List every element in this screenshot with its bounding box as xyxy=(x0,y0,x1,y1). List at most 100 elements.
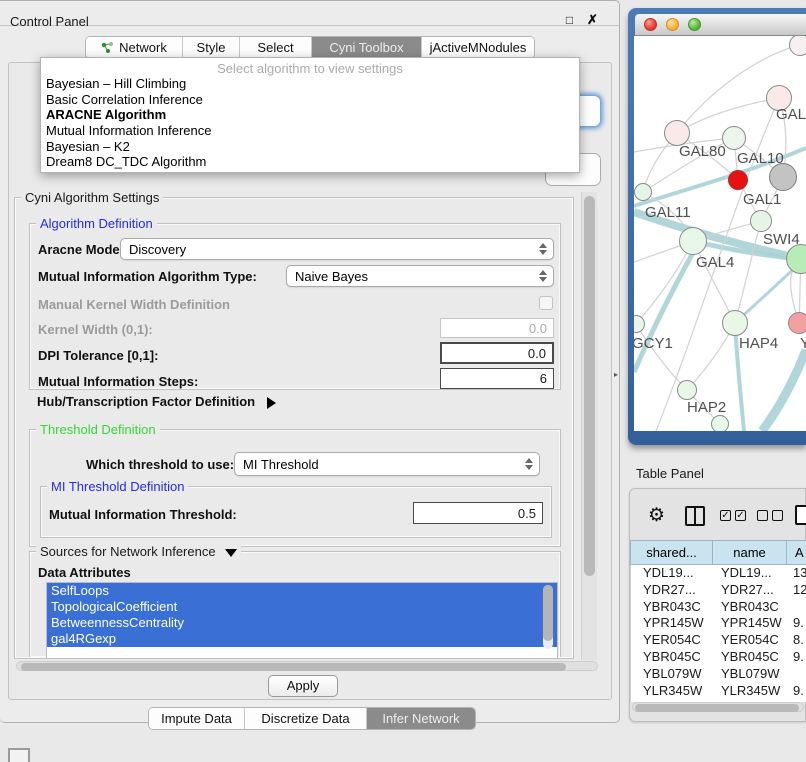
network-node-hap4[interactable] xyxy=(722,310,748,336)
window-minimize-icon[interactable] xyxy=(666,18,679,31)
table-cell[interactable]: YDL19... xyxy=(631,565,713,582)
column-header-partial[interactable]: A xyxy=(786,540,806,565)
which-threshold-combo[interactable]: MI Threshold xyxy=(234,452,540,476)
table-row[interactable]: YDR27...YDR27...12 xyxy=(631,582,806,599)
algorithm-option[interactable]: Mutual Information Inference xyxy=(41,123,579,139)
mi-algorithm-type-combo[interactable]: Naive Bayes xyxy=(286,265,554,287)
minimized-panel-icon[interactable] xyxy=(8,748,30,762)
algorithm-option[interactable]: Bayesian – Hill Climbing xyxy=(41,76,579,92)
data-attribute-item[interactable]: gal4RGexp xyxy=(47,631,557,647)
settings-hscroll-thumb[interactable] xyxy=(21,663,566,671)
table-cell[interactable]: 8. xyxy=(787,632,806,649)
page-icon[interactable] xyxy=(795,505,806,525)
kernel-width-field[interactable]: 0.0 xyxy=(440,318,554,338)
table-row[interactable]: YER054CYER054C8. xyxy=(631,632,806,649)
table-row[interactable]: YBL079WYBL079W xyxy=(631,666,806,683)
table-cell[interactable]: YDR27... xyxy=(713,582,787,599)
settings-horizontal-scrollbar[interactable] xyxy=(16,661,598,671)
unselect-all-checks-icon[interactable] xyxy=(757,510,783,521)
table-cell[interactable]: 12 xyxy=(787,582,806,599)
table-row[interactable]: YLR345WYLR345W9. xyxy=(631,683,806,700)
network-canvas[interactable]: GALGAL80GAL10GAL1GAL11GAL4SWI4GCY1HAP4YH… xyxy=(634,36,806,431)
table-cell[interactable]: YBL079W xyxy=(631,666,713,683)
table-cell[interactable]: YBR045C xyxy=(631,649,713,666)
table-cell[interactable]: 9. xyxy=(787,615,806,632)
network-node[interactable] xyxy=(789,36,806,56)
data-attribute-item[interactable]: SelfLoops xyxy=(47,583,557,599)
network-node[interactable] xyxy=(769,163,797,191)
tab-network[interactable]: Network xyxy=(86,37,183,58)
table-row[interactable]: YBR043CYBR043C xyxy=(631,599,806,616)
combo-stepper-icon xyxy=(519,458,539,470)
data-attributes-list[interactable]: SelfLoopsTopologicalCoefficientBetweenne… xyxy=(46,582,558,658)
table-cell[interactable]: YBL079W xyxy=(713,666,787,683)
apply-button[interactable]: Apply xyxy=(268,675,338,697)
expand-down-icon xyxy=(225,549,237,557)
table-cell[interactable]: YDL19... xyxy=(713,565,787,582)
gear-icon[interactable]: ⚙ xyxy=(648,506,665,526)
column-header-name[interactable]: name xyxy=(712,540,786,565)
network-node[interactable] xyxy=(728,170,748,190)
algorithm-option[interactable]: Bayesian – K2 xyxy=(41,139,579,155)
close-panel-icon[interactable]: ✗ xyxy=(585,13,600,28)
tab-style[interactable]: Style xyxy=(183,37,240,58)
table-cell[interactable]: YBR043C xyxy=(713,599,787,616)
aracne-mode-combo[interactable]: Discovery xyxy=(120,238,554,260)
table-cell[interactable]: YLR345W xyxy=(631,683,713,700)
tab-jactivemnodules[interactable]: jActiveMNodules xyxy=(422,37,534,58)
network-node-gal10[interactable] xyxy=(722,126,746,150)
algorithm-option[interactable]: ARACNE Algorithm xyxy=(41,107,579,123)
manual-kernel-width-checkbox[interactable] xyxy=(539,296,553,310)
table-cell[interactable] xyxy=(787,666,806,683)
panel-divider-handle[interactable]: ▸ xyxy=(614,371,620,379)
mi-threshold-field[interactable]: 0.5 xyxy=(413,502,543,524)
network-node-hap2[interactable] xyxy=(677,380,697,400)
table-cell[interactable]: YBR045C xyxy=(713,649,787,666)
columns-icon[interactable] xyxy=(685,506,705,526)
tab-cyni-toolbox[interactable]: Cyni Toolbox xyxy=(312,37,422,58)
table-row[interactable]: YBR045CYBR045C9. xyxy=(631,649,806,666)
hub-definition-toggle[interactable]: Hub/Transcription Factor Definition xyxy=(37,394,276,409)
table-hscroll-thumb[interactable] xyxy=(635,704,799,712)
tab-discretize-data[interactable]: Discretize Data xyxy=(245,708,367,729)
tab-infer-network[interactable]: Infer Network xyxy=(367,708,475,729)
network-node-gal11[interactable] xyxy=(634,183,652,201)
table-cell[interactable]: YLR345W xyxy=(713,683,787,700)
algorithm-option[interactable]: Basic Correlation Inference xyxy=(41,92,579,108)
window-close-icon[interactable] xyxy=(644,18,657,31)
algorithm-option[interactable]: Dream8 DC_TDC Algorithm xyxy=(41,154,579,170)
mi-steps-field[interactable]: 6 xyxy=(440,368,554,389)
dpi-tolerance-field[interactable]: 0.0 xyxy=(440,342,554,364)
table-horizontal-scrollbar[interactable] xyxy=(632,702,804,712)
table-cell[interactable] xyxy=(787,599,806,616)
window-zoom-icon[interactable] xyxy=(688,18,701,31)
float-panel-icon[interactable]: □ xyxy=(562,13,577,28)
table-cell[interactable]: YBR043C xyxy=(631,599,713,616)
settings-vertical-scrollbar[interactable] xyxy=(581,192,597,660)
select-all-checks-icon[interactable]: ✓✓ xyxy=(720,510,746,521)
table-row[interactable]: YPR145WYPR145W9. xyxy=(631,615,806,632)
attributes-scrollbar[interactable] xyxy=(543,585,553,649)
network-icon xyxy=(101,41,114,54)
network-node-y[interactable] xyxy=(788,312,806,334)
network-window-titlebar[interactable] xyxy=(635,14,806,36)
table-row[interactable]: YDL19...YDL19...13 xyxy=(631,565,806,582)
table-cell[interactable]: YER054C xyxy=(631,632,713,649)
settings-vscroll-thumb[interactable] xyxy=(584,196,595,576)
network-node[interactable] xyxy=(711,415,729,431)
table-cell[interactable]: YPR145W xyxy=(631,615,713,632)
table-cell[interactable]: YER054C xyxy=(713,632,787,649)
data-attribute-item[interactable]: TopologicalCoefficient xyxy=(47,599,557,615)
network-node-gal1[interactable] xyxy=(750,210,772,232)
table-cell[interactable]: 9. xyxy=(787,683,806,700)
table-cell[interactable]: YPR145W xyxy=(713,615,787,632)
network-node-gal4[interactable] xyxy=(679,227,707,255)
tab-select[interactable]: Select xyxy=(240,37,312,58)
node-label: GAL4 xyxy=(696,254,734,271)
column-header-shared-name[interactable]: shared... xyxy=(630,540,712,565)
table-cell[interactable]: 9. xyxy=(787,649,806,666)
table-cell[interactable]: 13 xyxy=(787,565,806,582)
tab-impute-data[interactable]: Impute Data xyxy=(149,708,245,729)
data-attribute-item[interactable]: BetweennessCentrality xyxy=(47,615,557,631)
table-cell[interactable]: YDR27... xyxy=(631,582,713,599)
